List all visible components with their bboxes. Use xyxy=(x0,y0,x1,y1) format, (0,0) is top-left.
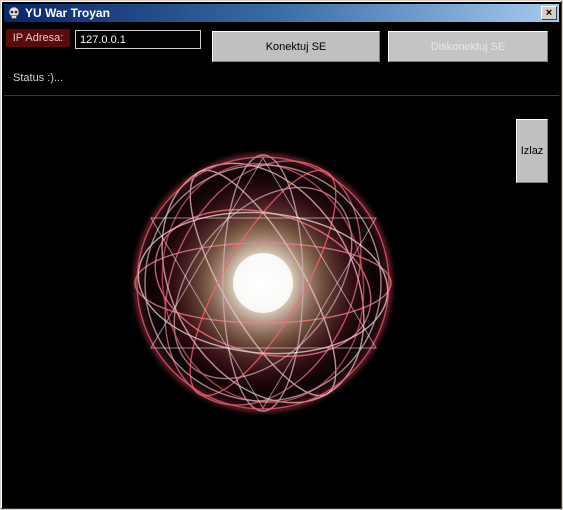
exit-button[interactable]: Izlaz xyxy=(516,119,548,183)
title-bar[interactable]: YU War Troyan × xyxy=(4,4,559,22)
glowing-sphere-graphic xyxy=(128,148,398,418)
divider-line xyxy=(4,95,559,96)
close-button[interactable]: × xyxy=(541,6,557,20)
close-icon: × xyxy=(545,6,553,19)
disconnect-button[interactable]: Diskonektuj SE xyxy=(388,31,548,62)
ip-address-label: IP Adresa: xyxy=(6,29,70,47)
ip-address-input[interactable] xyxy=(75,30,201,49)
window-title: YU War Troyan xyxy=(25,6,110,20)
connect-button[interactable]: Konektuj SE xyxy=(212,31,380,62)
status-text: Status :)... xyxy=(13,72,64,84)
skull-icon xyxy=(7,6,21,20)
app-window: YU War Troyan × IP Adresa: Konektuj SE D… xyxy=(0,0,563,510)
